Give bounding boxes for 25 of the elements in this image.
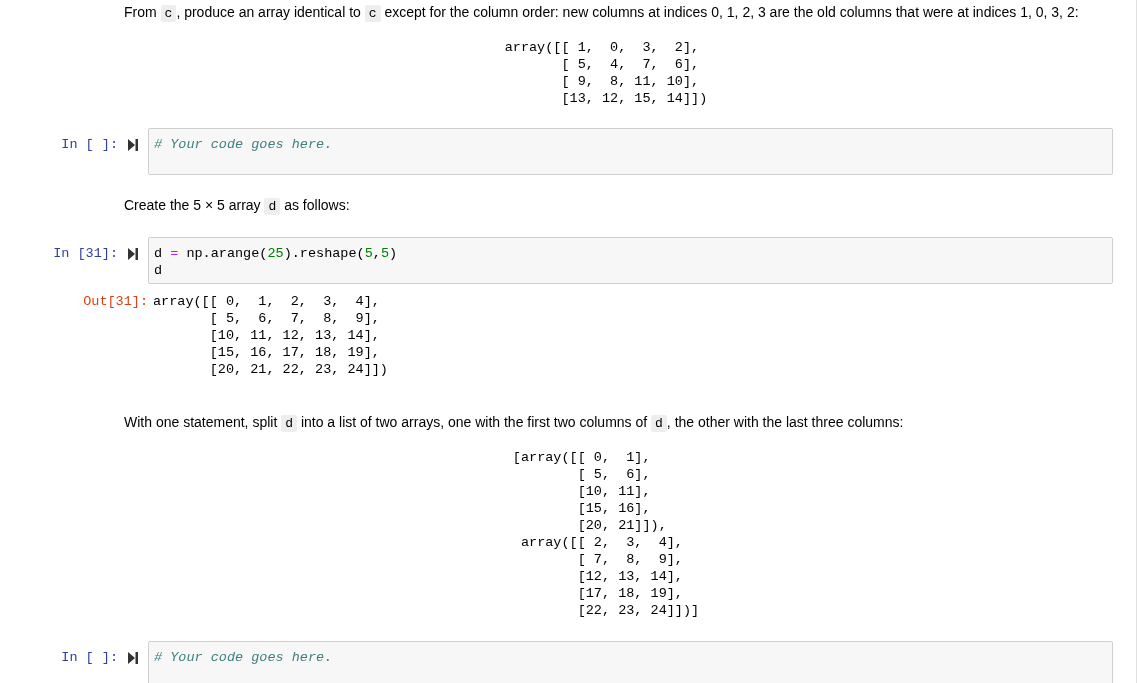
array-listing: [array([[ 0, 1], [ 5, 6], [10, 11], [15, 16], [20, 21]]), array([[ 2, 3, 4], [ 7, 8, 9], [12, 13, 14], [17, 18, 19], [22, 23, 24]])] bbox=[512, 449, 700, 619]
code-line: d = np.arange(25).reshape(5,5) bbox=[154, 245, 398, 262]
paragraph: From c , produce an array identical to c except for the column order: new columns at indices 0, 1, 2, 3 are the old columns that were at indices 1, 0, 3, 2: bbox=[124, 3, 1080, 24]
inline-code: d bbox=[281, 415, 297, 432]
inline-code: c bbox=[160, 5, 177, 22]
array-listing: array([[ 1, 0, 3, 2], [ 5, 4, 7, 6], [ 9, 8, 11, 10], [13, 12, 15, 14]]) bbox=[504, 39, 708, 107]
inline-code: d bbox=[264, 198, 281, 215]
inline-code: d bbox=[651, 415, 667, 432]
code-input-field[interactable]: d = np.arange(25).reshape(5,5) d bbox=[148, 237, 1113, 284]
run-cell-icon[interactable] bbox=[128, 248, 138, 260]
paragraph: With one statement, split d into a list of two arrays, one with the first two columns of d , the other with the last three columns: bbox=[124, 413, 905, 434]
code-line: # Your code goes here. bbox=[154, 136, 333, 153]
code-input-field[interactable]: # Your code goes here. bbox=[148, 128, 1113, 175]
code-input-field[interactable]: # Your code goes here. bbox=[148, 641, 1113, 683]
code-line: d bbox=[154, 262, 163, 279]
run-cell-icon[interactable] bbox=[128, 652, 138, 664]
input-prompt: In [ ]: bbox=[61, 136, 118, 153]
input-prompt: In [ ]: bbox=[61, 649, 118, 666]
code-line: # Your code goes here. bbox=[154, 649, 333, 666]
output-prompt: Out[31]: bbox=[83, 293, 148, 310]
inline-code: c bbox=[364, 5, 381, 22]
run-cell-icon[interactable] bbox=[128, 139, 138, 151]
input-prompt: In [31]: bbox=[53, 245, 118, 262]
output-text: array([[ 0, 1, 2, 3, 4], [ 5, 6, 7, 8, 9], [10, 11, 12, 13, 14], [15, 16, 17, 18, 19], [20, 21, 22, 23, 24]]) bbox=[153, 293, 388, 378]
paragraph: Create the 5 × 5 array d as follows: bbox=[124, 196, 351, 217]
